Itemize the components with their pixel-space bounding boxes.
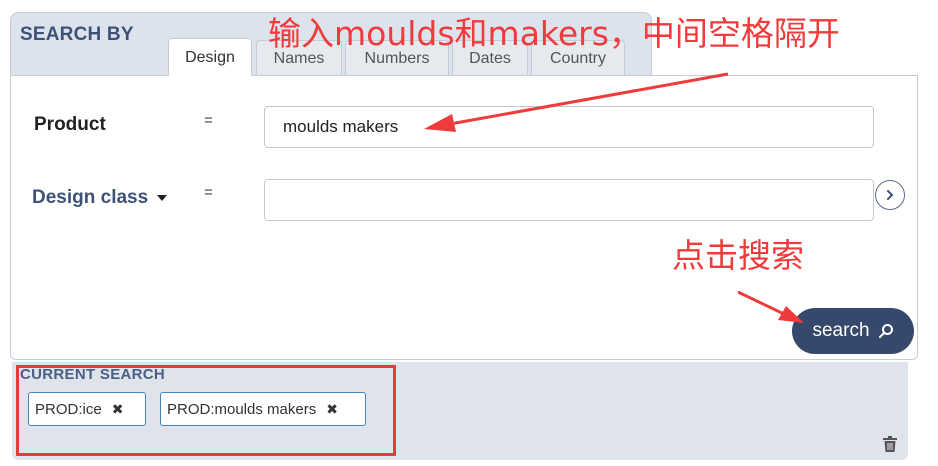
arrow-to-product-input (424, 72, 729, 132)
arrow-to-search-button (737, 290, 804, 323)
annotation-arrows (424, 72, 804, 323)
